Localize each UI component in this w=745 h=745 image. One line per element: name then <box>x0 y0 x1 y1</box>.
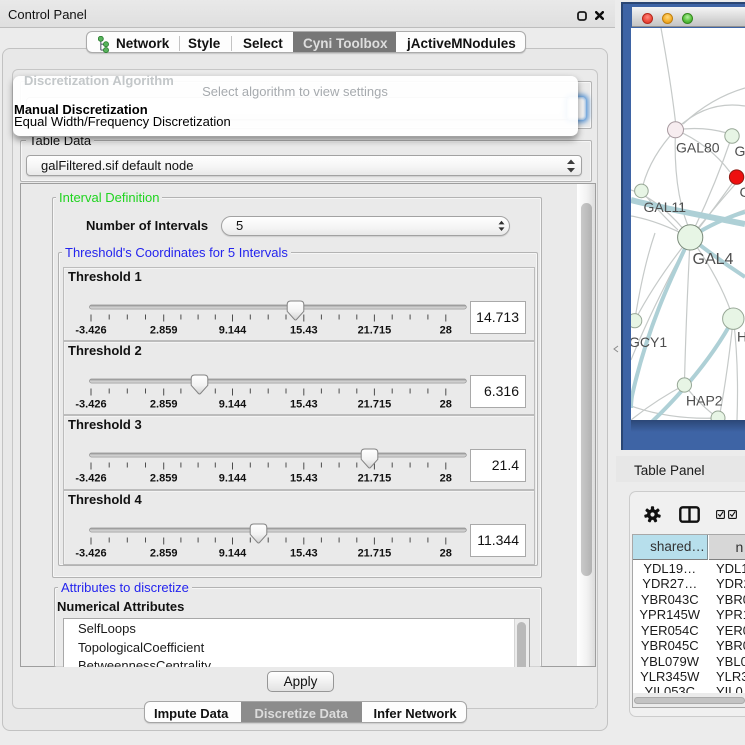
svg-text:C..: C.. <box>740 184 745 200</box>
svg-text:2.859: 2.859 <box>150 547 178 559</box>
svg-text:GAL4: GAL4 <box>693 251 734 268</box>
svg-text:28: 28 <box>440 324 452 336</box>
svg-text:15.43: 15.43 <box>290 472 318 484</box>
svg-text:-3.426: -3.426 <box>75 472 106 484</box>
svg-text:G..: G.. <box>735 143 745 159</box>
svg-text:-3.426: -3.426 <box>75 547 106 559</box>
svg-text:GAL11: GAL11 <box>644 199 687 215</box>
svg-text:21.715: 21.715 <box>358 324 392 336</box>
svg-text:HAP2: HAP2 <box>686 392 723 408</box>
svg-text:9.144: 9.144 <box>219 324 247 336</box>
svg-text:GCY1: GCY1 <box>631 334 667 350</box>
svg-text:-3.426: -3.426 <box>75 324 106 336</box>
svg-text:15.43: 15.43 <box>290 398 318 410</box>
svg-text:GAL80: GAL80 <box>676 139 720 155</box>
svg-text:H: H <box>737 328 745 344</box>
svg-text:28: 28 <box>440 398 452 410</box>
svg-text:15.43: 15.43 <box>290 547 318 559</box>
svg-text:2.859: 2.859 <box>150 398 178 410</box>
svg-text:21.715: 21.715 <box>358 398 392 410</box>
svg-text:9.144: 9.144 <box>219 547 247 559</box>
svg-text:2.859: 2.859 <box>150 472 178 484</box>
svg-text:21.715: 21.715 <box>358 547 392 559</box>
svg-text:28: 28 <box>440 547 452 559</box>
svg-text:15.43: 15.43 <box>290 324 318 336</box>
svg-text:21.715: 21.715 <box>358 472 392 484</box>
svg-text:-3.426: -3.426 <box>75 398 106 410</box>
svg-text:2.859: 2.859 <box>150 324 178 336</box>
svg-text:9.144: 9.144 <box>219 472 247 484</box>
svg-text:28: 28 <box>440 472 452 484</box>
svg-text:9.144: 9.144 <box>219 398 247 410</box>
